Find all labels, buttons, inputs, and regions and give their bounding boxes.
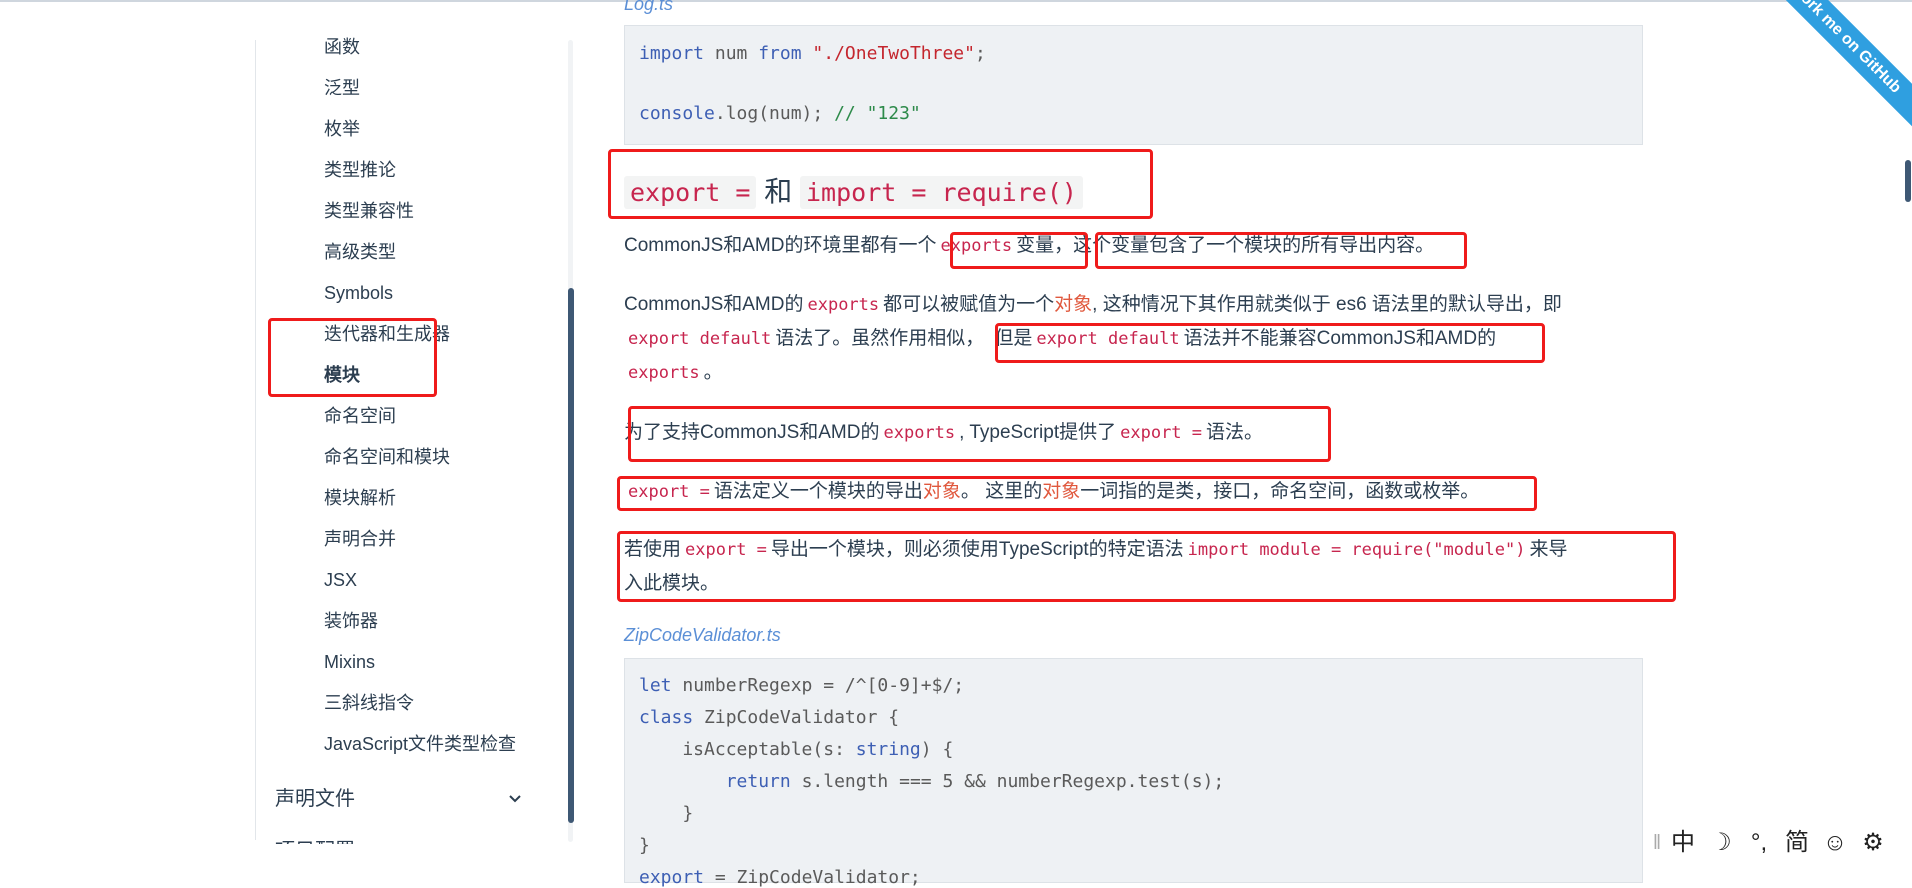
sidebar-group-next[interactable]: 项目配置 <box>275 834 355 844</box>
sidebar-item-type-inference[interactable]: 类型推论 <box>324 153 516 194</box>
page-scrollbar-thumb[interactable] <box>1905 160 1911 202</box>
code-line: class ZipCodeValidator { <box>639 707 900 728</box>
github-ribbon[interactable]: Fork me on GitHub <box>1772 0 1912 140</box>
code-block-zip: let numberRegexp = /^[0-9]+$/; class Zip… <box>624 658 1643 888</box>
paragraph-4: export = 语法定义一个模块的导出对象。 这里的对象一词指的是类，接口，命名… <box>628 481 1480 502</box>
code-line: console.log(num); // "123" <box>639 103 921 124</box>
heading-and: 和 <box>764 176 793 207</box>
sidebar: 函数 泛型 枚举 类型推论 类型兼容性 高级类型 Symbols 迭代器和生成器… <box>0 0 580 878</box>
sidebar-item-symbols[interactable]: Symbols <box>324 276 516 317</box>
sidebar-item-advanced-types[interactable]: 高级类型 <box>324 235 516 276</box>
code-line: isAcceptable(s: string) { <box>639 739 954 760</box>
sidebar-item-functions[interactable]: 函数 <box>324 30 516 71</box>
sidebar-item-namespaces-and-modules[interactable]: 命名空间和模块 <box>324 440 516 481</box>
sidebar-scrollbar-thumb[interactable] <box>568 288 574 823</box>
ime-emoji-icon[interactable]: ☺ <box>1816 826 1854 860</box>
code-block-log: import num from "./OneTwoThree"; console… <box>624 25 1643 145</box>
code-line: let numberRegexp = /^[0-9]+$/; <box>639 675 965 696</box>
code-line: import num from "./OneTwoThree"; <box>639 43 986 64</box>
paragraph-2-line-1: CommonJS和AMD的 exports 都可以被赋值为一个对象, 这种情况下其作… <box>624 294 1562 315</box>
sidebar-item-type-compatibility[interactable]: 类型兼容性 <box>324 194 516 235</box>
code-line: return s.length === 5 && numberRegexp.te… <box>725 771 1225 792</box>
file-label-log: Log.ts <box>624 0 674 14</box>
section-heading: export = 和 import = require() <box>624 170 1083 210</box>
ime-simplified[interactable]: 简 <box>1778 826 1816 860</box>
sidebar-item-modules[interactable]: 模块 <box>324 358 516 399</box>
paragraph-2-line-3: exports。 <box>628 362 723 383</box>
sidebar-list: 函数 泛型 枚举 类型推论 类型兼容性 高级类型 Symbols 迭代器和生成器… <box>324 30 516 768</box>
sidebar-item-mixins[interactable]: Mixins <box>324 645 516 686</box>
paragraph-2-line-2: export default 语法了。虽然作用相似， 但是 export defaul… <box>628 328 1497 349</box>
sidebar-item-declaration-merging[interactable]: 声明合并 <box>324 522 516 563</box>
sidebar-item-js-type-checking[interactable]: JavaScript文件类型检查 <box>324 727 516 768</box>
sidebar-group-label: 声明文件 <box>275 788 355 810</box>
file-label-zip: ZipCodeValidator.ts <box>624 625 781 645</box>
ime-grip-icon[interactable]: ‖ <box>1650 832 1664 855</box>
sidebar-item-namespaces[interactable]: 命名空间 <box>324 399 516 440</box>
sidebar-item-enums[interactable]: 枚举 <box>324 112 516 153</box>
code-line: } <box>639 803 694 824</box>
code-line: } <box>639 835 650 856</box>
sidebar-item-triple-slash[interactable]: 三斜线指令 <box>324 686 516 727</box>
paragraph-5-line-2: 入此模块。 <box>624 573 720 594</box>
ime-settings-gear-icon[interactable]: ⚙ <box>1854 826 1892 860</box>
github-ribbon-label[interactable]: Fork me on GitHub <box>1772 0 1912 132</box>
paragraph-3: 为了支持CommonJS和AMD的 exports, TypeScript提供了 e… <box>624 422 1264 443</box>
heading-code-import: import = require() <box>800 176 1083 209</box>
paragraph-1: CommonJS和AMD的环境里都有一个 exports 变量，这个变量包含了一个模… <box>624 235 1435 256</box>
ime-mode-chinese[interactable]: 中 <box>1664 826 1702 860</box>
ime-moon-icon[interactable]: ☽ <box>1702 826 1740 860</box>
sidebar-group-declaration-files[interactable]: 声明文件 <box>275 782 523 816</box>
sidebar-item-iterators-generators[interactable]: 迭代器和生成器 <box>324 317 516 358</box>
chevron-down-icon <box>509 795 521 803</box>
sidebar-item-generics[interactable]: 泛型 <box>324 71 516 112</box>
ime-toolbar: ‖ 中 ☽ °, 简 ☺ ⚙ <box>1650 826 1912 860</box>
sidebar-border <box>255 40 256 840</box>
sidebar-item-jsx[interactable]: JSX <box>324 563 516 604</box>
sidebar-item-module-resolution[interactable]: 模块解析 <box>324 481 516 522</box>
paragraph-5-line-1: 若使用 export = 导出一个模块，则必须使用TypeScript的特定语法 im… <box>624 539 1568 560</box>
ime-punctuation-icon[interactable]: °, <box>1740 826 1778 860</box>
sidebar-item-decorators[interactable]: 装饰器 <box>324 604 516 645</box>
heading-code-export: export = <box>624 176 757 209</box>
